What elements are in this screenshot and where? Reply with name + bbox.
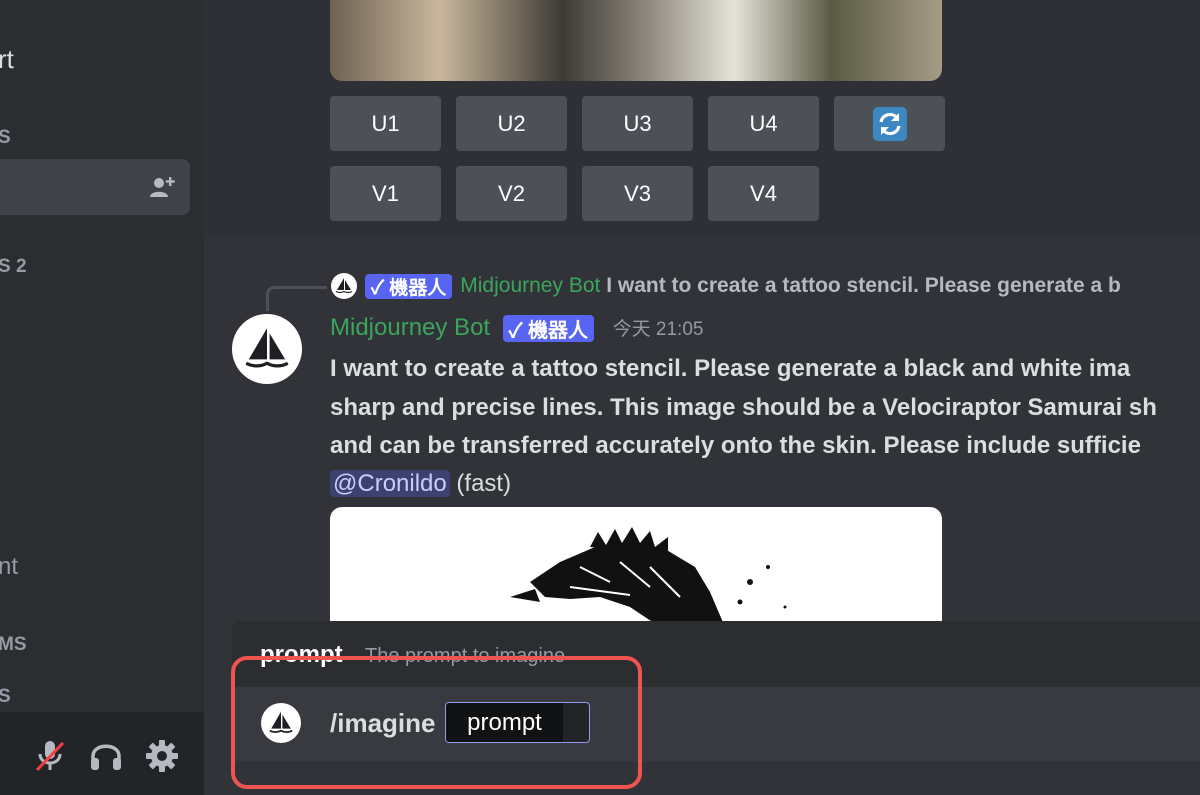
variation-button-2[interactable]: V2 <box>456 166 567 221</box>
reply-connector <box>266 286 327 311</box>
add-user-icon[interactable] <box>150 175 176 199</box>
upscale-button-3[interactable]: U3 <box>582 96 693 151</box>
bot-badge: ✓ 機器人 <box>502 315 594 343</box>
sidebar-item[interactable]: nt <box>0 553 18 581</box>
server-name: rt <box>0 44 14 74</box>
sidebar-item-active-channel[interactable] <box>0 159 190 215</box>
annotation-highlight-box <box>231 656 642 789</box>
message-author[interactable]: Midjourney Bot <box>330 314 490 341</box>
mute-mic-icon[interactable] <box>32 738 68 774</box>
reply-author[interactable]: Midjourney Bot <box>460 274 600 297</box>
generated-image[interactable] <box>330 507 942 627</box>
category-label-3[interactable]: MS <box>0 634 27 656</box>
speed-mode: (fast) <box>456 470 512 497</box>
variation-button-4[interactable]: V4 <box>708 166 819 221</box>
gear-icon[interactable] <box>144 738 180 774</box>
variation-button-3[interactable]: V3 <box>582 166 693 221</box>
message-header: Midjourney Bot ✓ 機器人 今天 21:05 <box>330 314 704 343</box>
user-mention[interactable]: @Cronildo <box>330 470 450 497</box>
upscale-button-4[interactable]: U4 <box>708 96 819 151</box>
generated-image-grid-previous[interactable] <box>330 0 942 81</box>
message-line-4: @Cronildo (fast) <box>330 470 511 498</box>
category-label[interactable]: S <box>0 127 11 149</box>
reply-text: I want to create a tattoo stencil. Pleas… <box>606 274 1121 298</box>
channel-sidebar: rt S S 2 nt MS S <box>0 0 204 795</box>
message-line-2: sharp and precise lines. This image shou… <box>330 394 1157 421</box>
upscale-button-1[interactable]: U1 <box>330 96 441 151</box>
headphones-icon[interactable] <box>88 738 124 774</box>
dinosaur-sketch-image <box>510 527 787 627</box>
reroll-button[interactable] <box>834 96 945 151</box>
refresh-icon <box>872 106 907 141</box>
category-label-2[interactable]: S 2 <box>0 256 27 278</box>
sailboat-icon <box>245 328 289 368</box>
reply-preview[interactable]: ✓ 機器人 Midjourney Bot I want to create a t… <box>365 274 1200 299</box>
bot-avatar[interactable] <box>232 314 302 384</box>
sailboat-icon <box>335 278 353 294</box>
upscale-button-2[interactable]: U2 <box>456 96 567 151</box>
message-timestamp: 今天 21:05 <box>612 319 704 340</box>
reply-avatar[interactable] <box>331 273 357 299</box>
message-line-1: I want to create a tattoo stencil. Pleas… <box>330 355 1131 382</box>
category-label-4[interactable]: S <box>0 686 11 708</box>
variation-button-1[interactable]: V1 <box>330 166 441 221</box>
bot-badge: ✓ 機器人 <box>365 274 453 299</box>
message-line-3: and can be transferred accurately onto t… <box>330 432 1141 459</box>
